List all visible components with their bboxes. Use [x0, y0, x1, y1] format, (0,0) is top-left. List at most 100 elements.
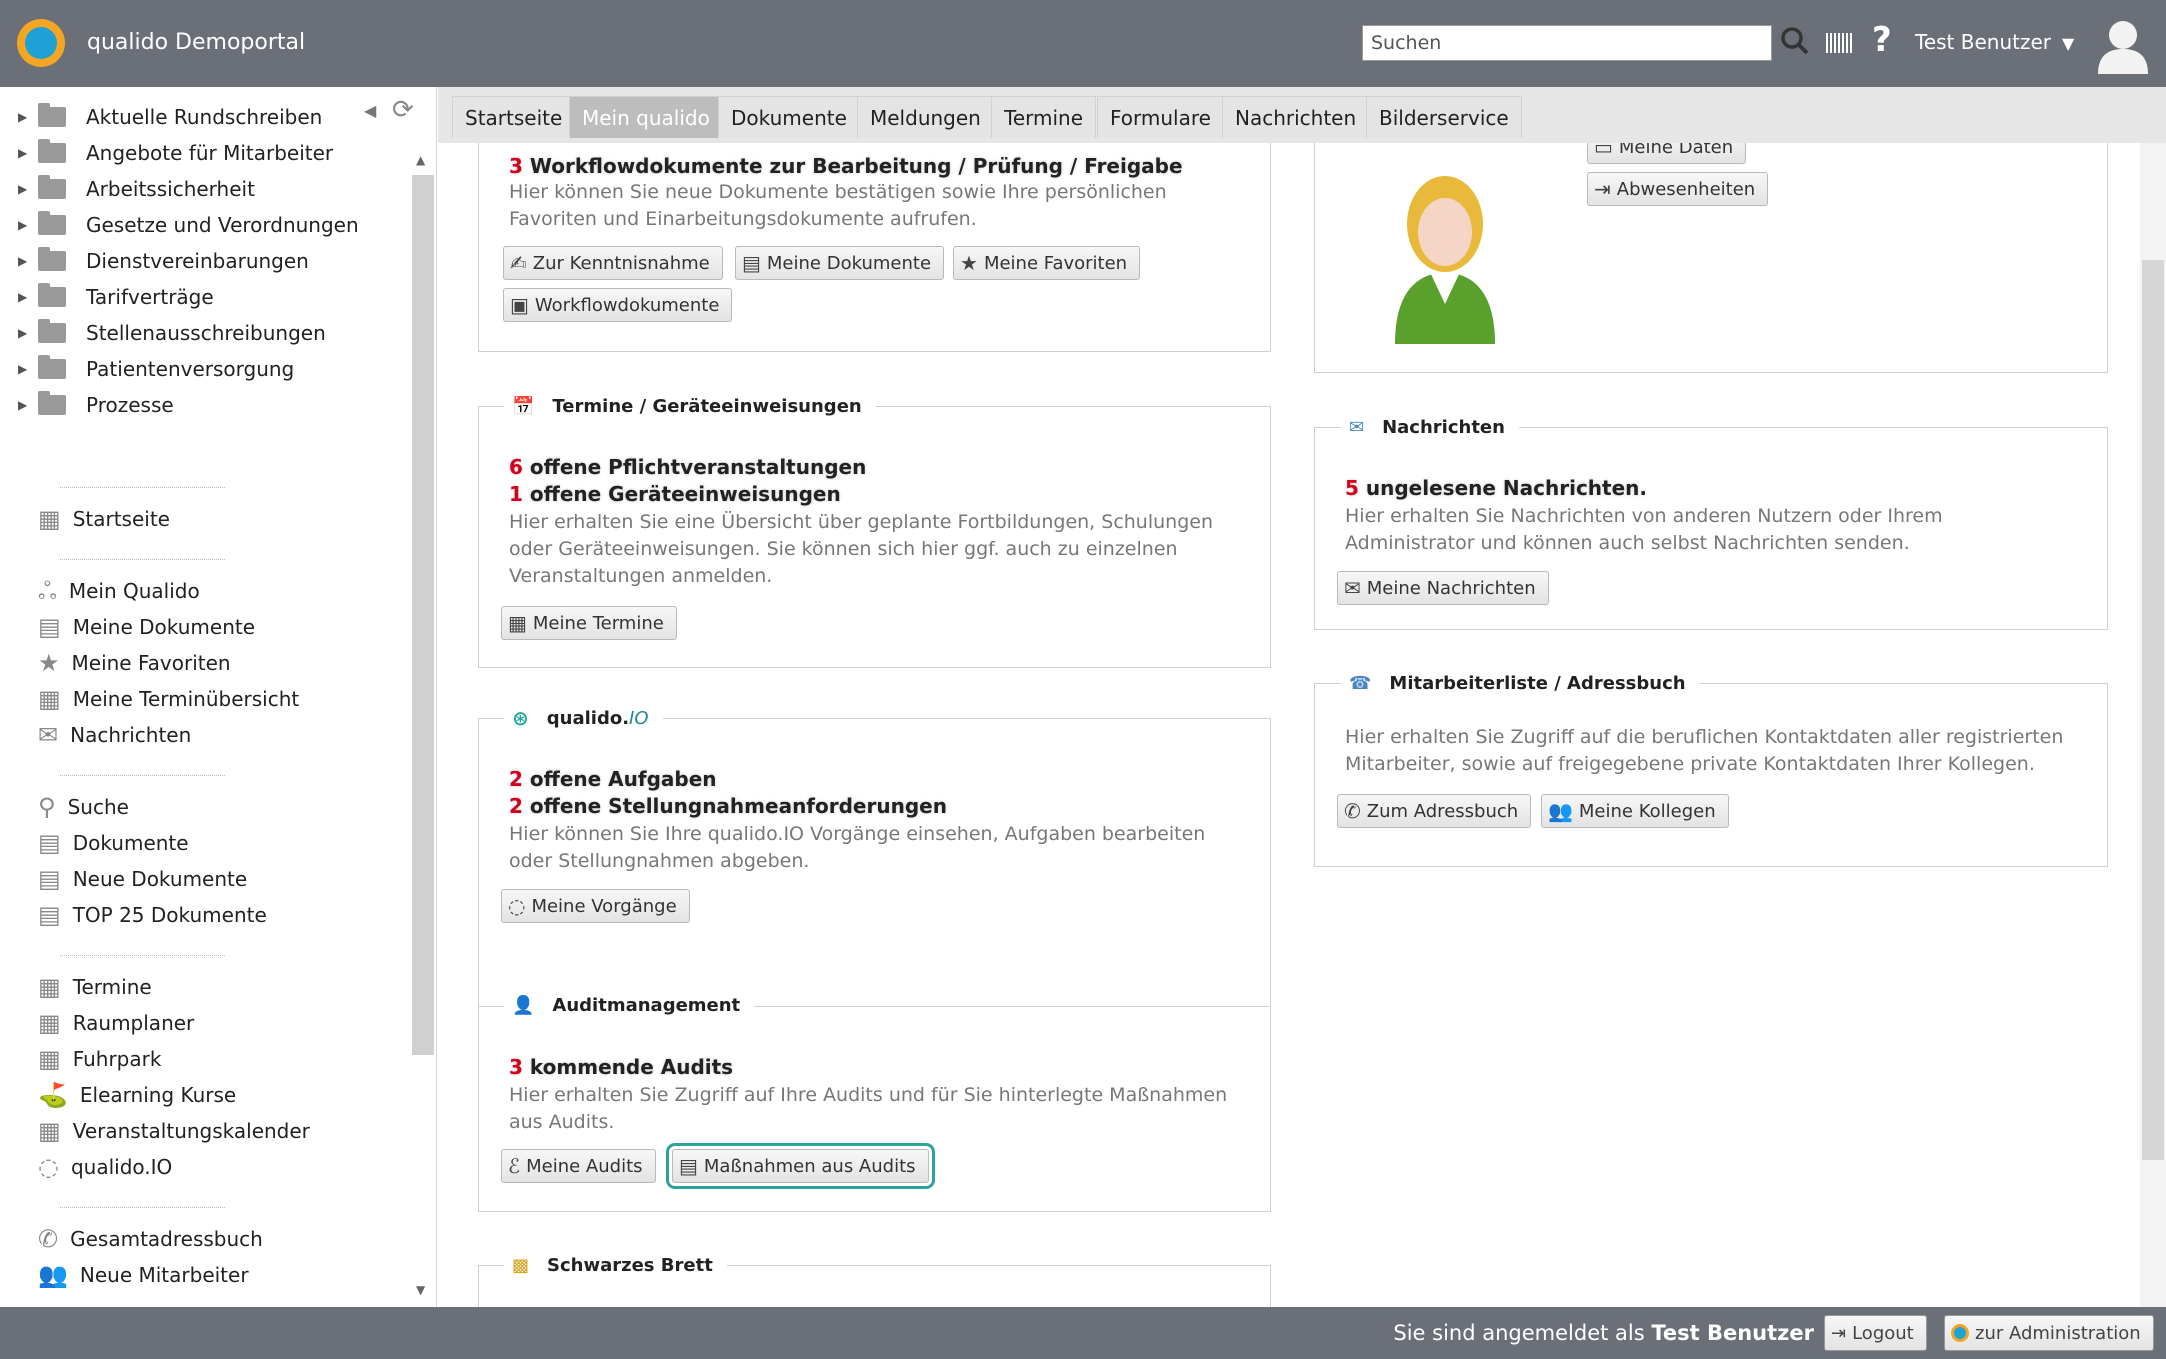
meine-daten-button[interactable]: ▭ Meine Daten: [1587, 143, 1747, 164]
termine-panel: 6 offene Pflichtveranstaltungen 1 offene…: [478, 406, 1271, 668]
sidebar-divider: [60, 955, 225, 956]
document-icon: ▤: [38, 829, 61, 857]
qualido-logo[interactable]: [17, 19, 65, 67]
tab-bilderservice[interactable]: Bilderservice: [1366, 96, 1522, 138]
tab-meldungen[interactable]: Meldungen: [857, 96, 994, 138]
sidebar-item-elearning[interactable]: ⛳ Elearning Kurse: [38, 1080, 236, 1110]
folder-icon: [38, 355, 66, 379]
sidebar-item-mein-qualido[interactable]: ஃ Mein Qualido: [38, 576, 200, 606]
calendar-icon: ▦: [38, 1009, 61, 1037]
meine-nachrichten-button[interactable]: ✉ Meine Nachrichten: [1337, 571, 1549, 605]
sidebar-item-qualido-io[interactable]: ◌ qualido.IO: [38, 1152, 172, 1182]
audit-panel: 3 kommende Audits Hier erhalten Sie Zugr…: [478, 1006, 1271, 1212]
search-box[interactable]: [1362, 25, 1772, 61]
sidebar-item-raumplaner[interactable]: ▦ Raumplaner: [38, 1008, 194, 1038]
barcode-icon[interactable]: [1826, 33, 1854, 53]
sidebar-folder-item[interactable]: ▶ Arbeitssicherheit: [18, 174, 255, 204]
termine-description: Hier erhalten Sie eine Übersicht über ge…: [509, 511, 1214, 587]
sidebar-item-gesamtadressbuch[interactable]: ✆ Gesamtadressbuch: [38, 1224, 263, 1254]
user-menu[interactable]: Test Benutzer: [1915, 30, 2051, 54]
meine-termine-button[interactable]: ▦ Meine Termine: [501, 606, 677, 640]
sidebar-folder-item[interactable]: ▶ Patientenversorgung: [18, 354, 294, 384]
sidebar-scrollbar-thumb[interactable]: [412, 175, 434, 1055]
phone-icon: ✆: [1344, 799, 1361, 823]
sidebar-item-suche[interactable]: ⚲ Suche: [38, 792, 129, 822]
main-content: 3 Workflowdokumente zur Bearbeitung / Pr…: [438, 143, 2148, 1307]
sidebar-folder-item[interactable]: ▶ Aktuelle Rundschreiben: [18, 102, 322, 132]
tab-dokumente[interactable]: Dokumente: [718, 96, 860, 138]
sidebar-item-nachrichten[interactable]: ✉ Nachrichten: [38, 720, 191, 750]
chevron-down-icon[interactable]: ▼: [2062, 34, 2074, 53]
sidebar-item-dokumente[interactable]: ▤ Dokumente: [38, 828, 189, 858]
expand-arrow-icon[interactable]: ▶: [18, 290, 38, 304]
expand-arrow-icon[interactable]: ▶: [18, 362, 38, 376]
sidebar-item-top25[interactable]: ▤ TOP 25 Dokumente: [38, 900, 267, 930]
search-icon: ⚲: [38, 793, 56, 821]
meine-audits-button[interactable]: ℰ Meine Audits: [501, 1149, 656, 1183]
meine-kollegen-button[interactable]: 👥 Meine Kollegen: [1541, 794, 1729, 828]
sidebar-item-neue-mitarbeiter[interactable]: 👥 Neue Mitarbeiter: [38, 1260, 249, 1290]
search-input[interactable]: [1371, 30, 1721, 56]
sidebar-item-startseite[interactable]: ▦ Startseite: [38, 504, 170, 534]
expand-arrow-icon[interactable]: ▶: [18, 398, 38, 412]
sidebar-item-neue-dokumente[interactable]: ▤ Neue Dokumente: [38, 864, 247, 894]
document-icon: ▤: [38, 613, 61, 641]
scroll-down-icon[interactable]: ▼: [416, 1283, 425, 1297]
sidebar-item-meine-dokumente[interactable]: ▤ Meine Dokumente: [38, 612, 255, 642]
help-icon[interactable]: ?: [1872, 20, 1892, 60]
sidebar-item-meine-terminuebersicht[interactable]: ▦ Meine Terminübersicht: [38, 684, 299, 714]
expand-arrow-icon[interactable]: ▶: [18, 254, 38, 268]
users-icon: 👥: [38, 1261, 68, 1289]
zur-kenntnisnahme-button[interactable]: ✍ Zur Kenntnisnahme: [503, 246, 723, 280]
calendar-icon: ▦: [38, 1117, 61, 1145]
abwesenheiten-button[interactable]: ⇥ Abwesenheiten: [1587, 172, 1769, 206]
tab-startseite[interactable]: Startseite: [452, 96, 576, 138]
collapse-sidebar-icon[interactable]: ◀: [364, 101, 376, 120]
expand-arrow-icon[interactable]: ▶: [18, 110, 38, 124]
tab-nachrichten[interactable]: Nachrichten: [1222, 96, 1370, 138]
document-icon: ▤: [38, 901, 61, 929]
zum-adressbuch-button[interactable]: ✆ Zum Adressbuch: [1337, 794, 1532, 828]
cycle-icon: ◌: [38, 1153, 59, 1181]
tab-termine[interactable]: Termine: [991, 96, 1097, 138]
workflow-panel: 3 Workflowdokumente zur Bearbeitung / Pr…: [478, 143, 1271, 352]
massnahmen-aus-audits-button[interactable]: ▤ Maßnahmen aus Audits: [666, 1143, 935, 1189]
portal-title: qualido Demoportal: [87, 30, 306, 55]
sidebar-folder-item[interactable]: ▶ Gesetze und Verordnungen: [18, 210, 359, 240]
sidebar-folder-item[interactable]: ▶ Tarifverträge: [18, 282, 214, 312]
content-scrollbar-thumb[interactable]: [2142, 260, 2164, 1160]
folder-icon: [38, 319, 66, 343]
expand-arrow-icon[interactable]: ▶: [18, 182, 38, 196]
search-icon[interactable]: [1780, 26, 1810, 56]
qualido-io-icon: ⊛: [512, 706, 529, 730]
sidebar-folder-item[interactable]: ▶ Angebote für Mitarbeiter: [18, 138, 333, 168]
pinboard-icon: ▩: [512, 1254, 530, 1276]
meine-favoriten-button[interactable]: ★ Meine Favoriten: [953, 246, 1141, 280]
avatar[interactable]: [2094, 16, 2152, 74]
workflow-description: Hier können Sie neue Dokumente bestätige…: [509, 181, 1167, 230]
tab-mein-qualido[interactable]: Mein qualido: [569, 96, 723, 138]
contacts-description: Hier erhalten Sie Zugriff auf die berufl…: [1345, 726, 2064, 775]
refresh-icon[interactable]: ⟳: [392, 95, 414, 125]
sidebar-folder-item[interactable]: ▶ Dienstvereinbarungen: [18, 246, 309, 276]
expand-arrow-icon[interactable]: ▶: [18, 146, 38, 160]
meine-dokumente-button[interactable]: ▤ Meine Dokumente: [735, 246, 945, 280]
logout-button[interactable]: ⇥ Logout: [1824, 1315, 1927, 1351]
meine-vorgaenge-button[interactable]: ◌ Meine Vorgänge: [501, 889, 690, 923]
cycle-icon: ◌: [508, 894, 526, 918]
calendar-icon: ▦: [38, 685, 61, 713]
sidebar-folder-item[interactable]: ▶ Prozesse: [18, 390, 174, 420]
nachrichten-title: ✉ Nachrichten: [1341, 413, 1519, 441]
expand-arrow-icon[interactable]: ▶: [18, 218, 38, 232]
sidebar-folder-item[interactable]: ▶ Stellenausschreibungen: [18, 318, 326, 348]
sidebar-item-fuhrpark[interactable]: ▦ Fuhrpark: [38, 1044, 161, 1074]
sidebar-item-termine[interactable]: ▦ Termine: [38, 972, 152, 1002]
expand-arrow-icon[interactable]: ▶: [18, 326, 38, 340]
sidebar-item-veranstaltungskalender[interactable]: ▦ Veranstaltungskalender: [38, 1116, 310, 1146]
tab-formulare[interactable]: Formulare: [1097, 96, 1224, 138]
scroll-up-icon[interactable]: ▲: [416, 153, 425, 167]
star-icon: ★: [960, 251, 978, 275]
sidebar-item-meine-favoriten[interactable]: ★ Meine Favoriten: [38, 648, 231, 678]
administration-button[interactable]: zur Administration: [1944, 1315, 2154, 1351]
workflowdokumente-button[interactable]: ▣ Workflowdokumente: [503, 288, 733, 322]
